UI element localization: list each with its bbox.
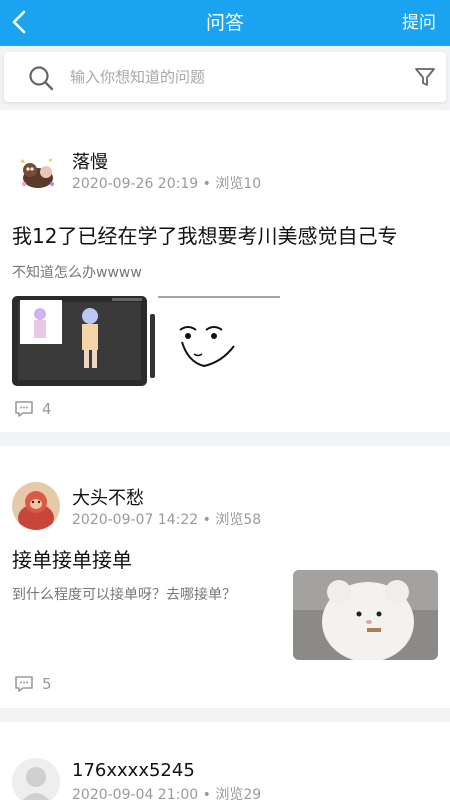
username[interactable]: 落慢 [72,148,108,174]
avatar-image [12,148,60,196]
meta-separator: • [202,512,216,528]
avatar[interactable] [12,758,60,800]
search-input[interactable]: 输入你想知道的问题 [70,52,205,102]
question-card[interactable]: 大头不愁 2020-09-07 14:22 • 浏览58 接单接单接单 到什么程… [0,446,450,708]
question-description: 不知道怎么办wwww [12,265,142,281]
ask-question-button[interactable]: 提问 [402,0,436,46]
post-meta: 2020-09-04 21:00 • 浏览29 [72,784,261,800]
post-meta: 2020-09-07 14:22 • 浏览58 [72,509,261,529]
post-date: 2020-09-26 20:19 [72,176,199,192]
post-image[interactable] [12,296,147,386]
drawing-tablet-image [12,296,147,386]
stylus [150,314,155,378]
plush-toy-image [293,570,438,660]
question-card[interactable]: 落慢 2020-09-26 20:19 • 浏览10 我12了已经在学了我想要考… [0,110,450,432]
comment-count-value: 4 [42,400,52,418]
avatar[interactable] [12,482,60,530]
page-title: 问答 [205,12,244,34]
comment-icon [15,401,33,417]
post-date: 2020-09-04 21:00 [72,787,199,800]
avatar-image [12,482,60,530]
search-area: 输入你想知道的问题 [0,46,450,110]
comment-icon [15,676,33,692]
post-image[interactable] [158,296,280,386]
default-avatar-icon [12,758,60,800]
top-bar: 问答 提问 [0,0,450,46]
question-card[interactable]: 176xxxx5245 2020-09-04 21:00 • 浏览29 [0,722,450,800]
avatar[interactable] [12,148,60,196]
post-date: 2020-09-07 14:22 [72,512,199,528]
question-title[interactable]: 接单接单接单 [12,544,292,573]
view-count: 浏览10 [215,176,262,192]
username[interactable]: 大头不愁 [72,484,144,510]
view-count: 浏览29 [215,787,262,800]
meta-separator: • [202,787,216,800]
post-image[interactable] [293,570,438,660]
comment-count[interactable]: 4 [14,400,52,418]
question-title[interactable]: 我12了已经在学了我想要考川美感觉自己专 [12,220,442,249]
post-meta: 2020-09-26 20:19 • 浏览10 [72,173,261,193]
search-bar[interactable]: 输入你想知道的问题 [4,52,446,102]
search-icon [29,66,54,91]
question-description: 到什么程度可以接单呀？去哪接单？ [12,587,236,603]
username[interactable]: 176xxxx5245 [72,760,195,781]
view-count: 浏览58 [215,512,262,528]
comment-count[interactable]: 5 [14,675,52,693]
meta-separator: • [202,176,216,192]
filter-icon[interactable] [413,65,437,89]
face-sketch-image [158,296,280,368]
comment-count-value: 5 [42,675,52,693]
